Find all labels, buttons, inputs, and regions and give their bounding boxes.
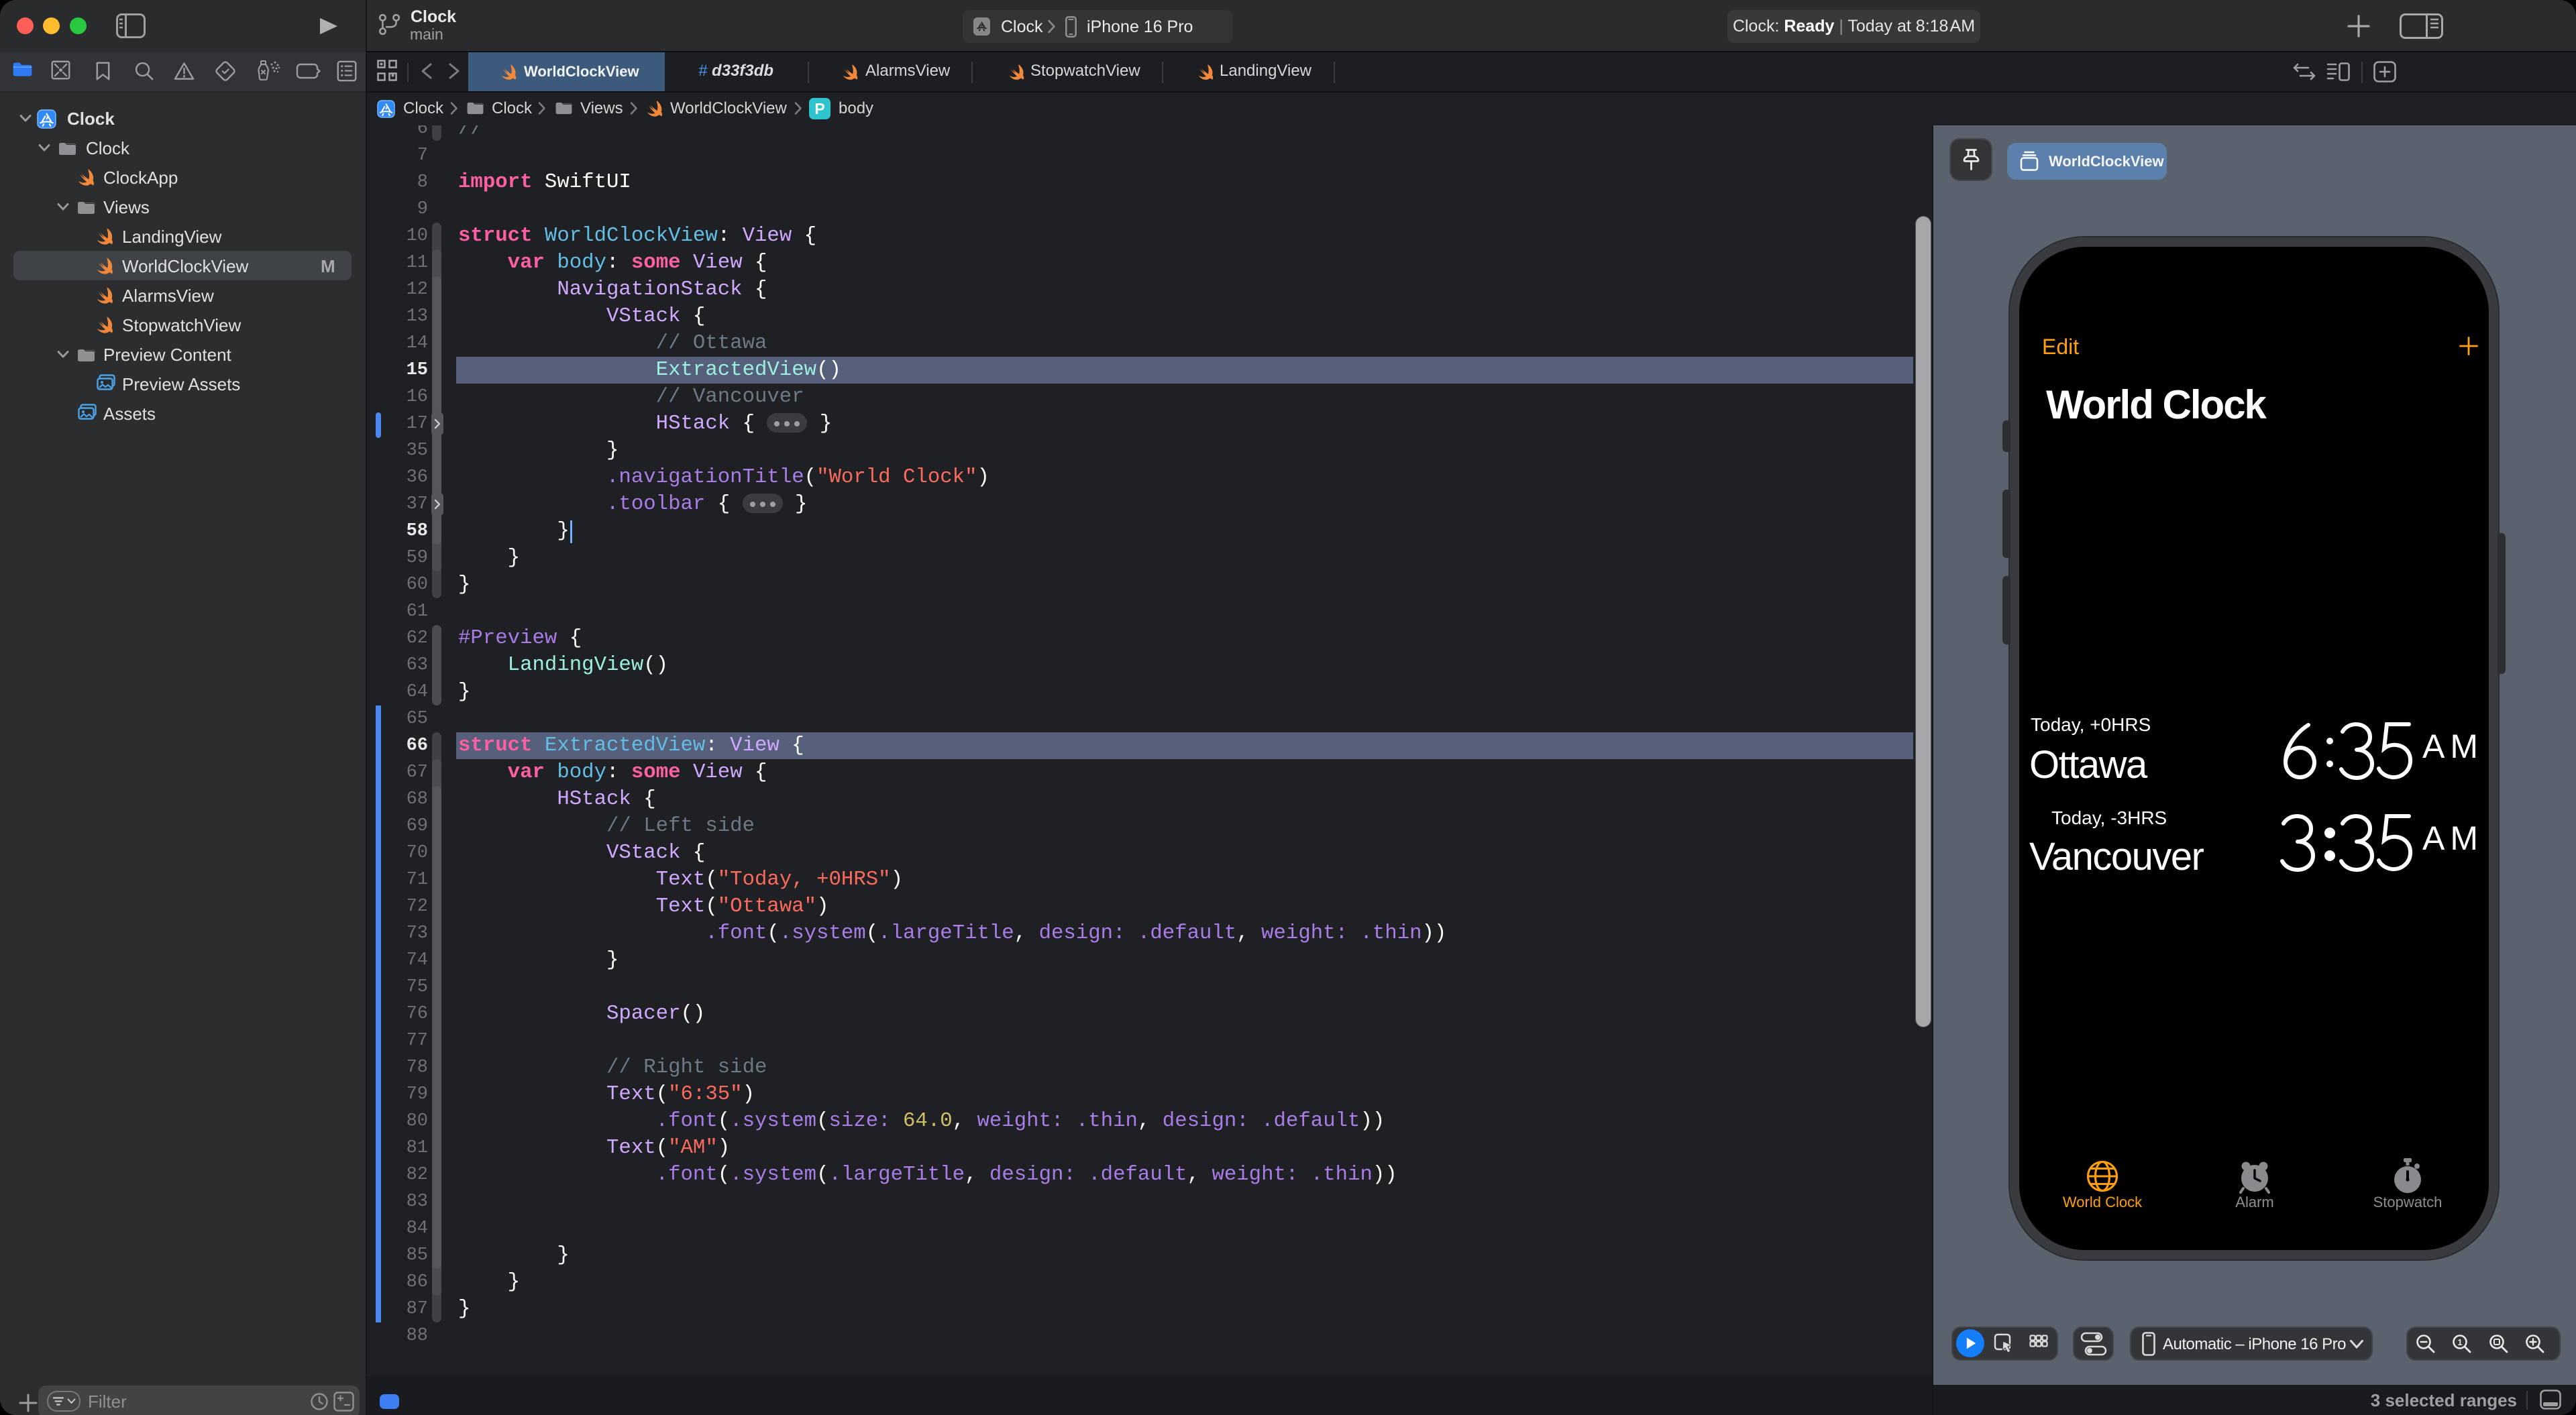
- svg-text:1: 1: [2457, 1337, 2462, 1347]
